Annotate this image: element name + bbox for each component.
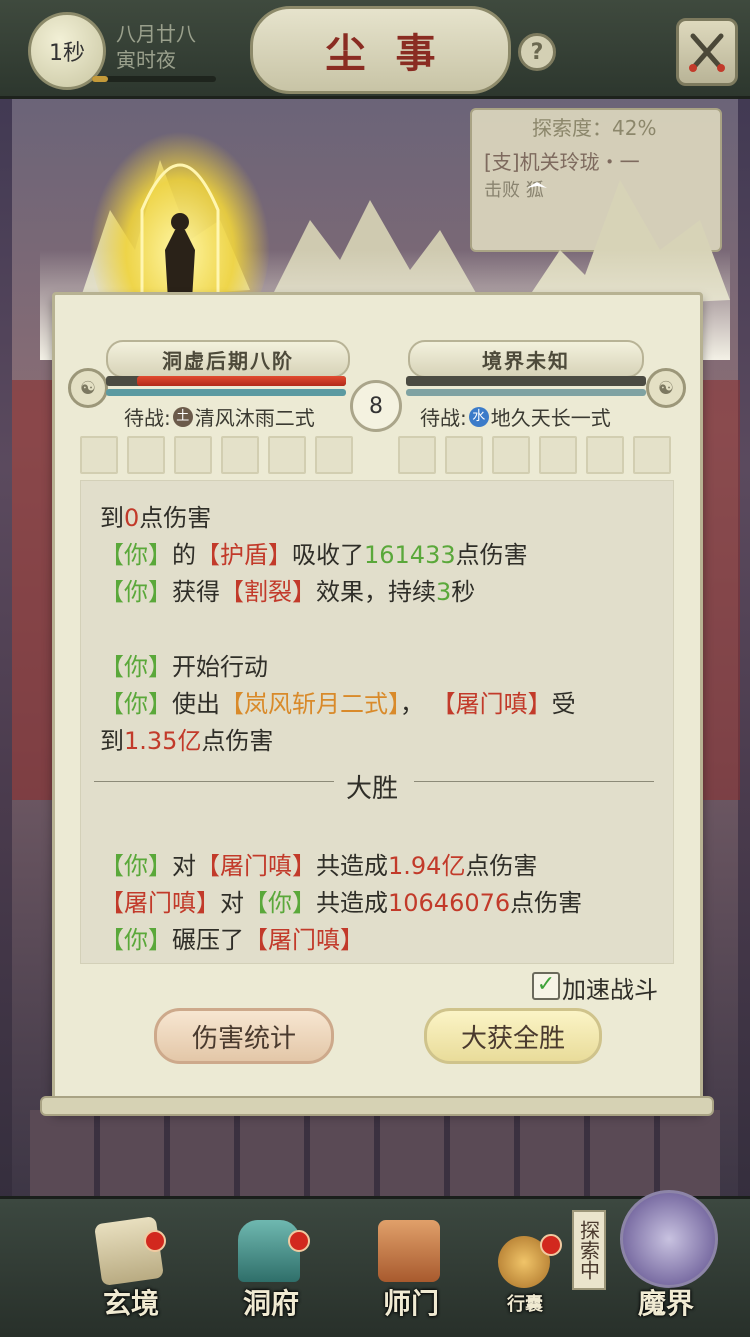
log-line: 到0点伤害: [100, 504, 212, 532]
time-progress-track: [92, 76, 216, 82]
close-icon: [689, 33, 725, 72]
time-progress-fill: [92, 76, 108, 82]
divider: [414, 781, 654, 782]
nav-item-dongfu[interactable]: 洞府: [216, 1220, 326, 1320]
damage-stats-button[interactable]: 伤害统计: [154, 1008, 334, 1064]
log-line: 【你】使出【岚风斩月二式】， 【屠门嗔】受: [100, 690, 576, 718]
earth-element-icon: 土: [172, 406, 193, 427]
player-energy-bar: [106, 389, 346, 396]
notification-badge: [540, 1234, 562, 1256]
speed-battle-checkbox[interactable]: ✓: [532, 972, 560, 1000]
round-counter: 8: [350, 380, 402, 432]
skill-slot: [268, 436, 306, 474]
skill-slot: [127, 436, 165, 474]
game-time-of-day: 寅时夜: [116, 48, 176, 72]
summary-line: 【你】对【屠门嗔】共造成1.94亿点伤害: [100, 852, 538, 880]
nav-label: 玄境: [102, 1287, 159, 1320]
enemy-standby-skill: 待战: 水 地久天长一式: [420, 402, 611, 431]
pavilion-icon: [238, 1220, 300, 1282]
summary-line: 【屠门嗔】对【你】共造成10646076点伤害: [100, 889, 583, 917]
skill-slot: [445, 436, 483, 474]
victory-heading: 大胜: [346, 774, 399, 804]
player-rank-plaque: 洞虚后期八阶: [106, 340, 350, 378]
help-button[interactable]: ?: [518, 33, 556, 71]
panel-scroll-rail: [40, 1096, 714, 1116]
skill-slot: [398, 436, 436, 474]
player-hp-fill: [137, 376, 346, 386]
log-line: 【你】开始行动: [100, 653, 268, 681]
close-button[interactable]: [676, 18, 738, 86]
summary-line: 【你】碾压了【屠门嗔】: [100, 926, 364, 954]
skill-slot: [174, 436, 212, 474]
enemy-rank-plaque: 境界未知: [408, 340, 644, 378]
notification-badge: [288, 1230, 310, 1252]
standby-skill-name: 地久天长一式: [490, 406, 611, 430]
skill-slot: [586, 436, 624, 474]
title-plaque: 尘事: [250, 6, 511, 94]
enemy-energy-bar: [406, 389, 646, 396]
standby-prefix: 待战:: [124, 406, 171, 430]
enemy-hp-track: [406, 376, 646, 386]
nav-label: 魔界: [637, 1287, 694, 1320]
enemy-avatar-icon[interactable]: ☯: [646, 368, 686, 408]
skill-slot: [633, 436, 671, 474]
nav-label: 师门: [382, 1287, 439, 1320]
banner-icon: [378, 1220, 440, 1282]
skill-slot: [315, 436, 353, 474]
log-line: 【你】的【护盾】吸收了161433点伤害: [100, 541, 528, 569]
skill-slot: [80, 436, 118, 474]
speed-battle-label[interactable]: 加速战斗: [562, 970, 658, 1005]
page-title: 尘事: [325, 30, 466, 77]
standby-skill-name: 清风沐雨二式: [194, 406, 315, 430]
demon-realm-icon: [620, 1190, 718, 1288]
nav-label: 行囊: [507, 1294, 543, 1315]
exploring-tag: 探索中: [572, 1210, 606, 1290]
divider: [94, 781, 334, 782]
nav-item-xingnang[interactable]: 行囊: [480, 1220, 570, 1320]
water-element-icon: 水: [468, 406, 489, 427]
skill-slot: [492, 436, 530, 474]
log-line: 【你】获得【割裂】效果，持续3秒: [100, 578, 476, 606]
player-standby-skill: 待战: 土 清风沐雨二式: [124, 402, 315, 431]
player-avatar-icon[interactable]: ☯: [68, 368, 108, 408]
nav-item-xuanjing[interactable]: 玄境: [76, 1215, 186, 1320]
game-date: 八月廿八: [116, 22, 196, 46]
standby-prefix: 待战:: [420, 406, 467, 430]
log-line: 到1.35亿点伤害: [100, 727, 274, 755]
nav-item-shimen[interactable]: 师门: [356, 1220, 466, 1320]
background-railing: [30, 1110, 720, 1196]
nav-item-mojie[interactable]: 魔界: [606, 1190, 726, 1320]
victory-confirm-button[interactable]: 大获全胜: [424, 1008, 602, 1064]
skill-slot: [539, 436, 577, 474]
nav-label: 洞府: [242, 1287, 299, 1320]
skill-slot: [221, 436, 259, 474]
notification-badge: [144, 1230, 166, 1252]
